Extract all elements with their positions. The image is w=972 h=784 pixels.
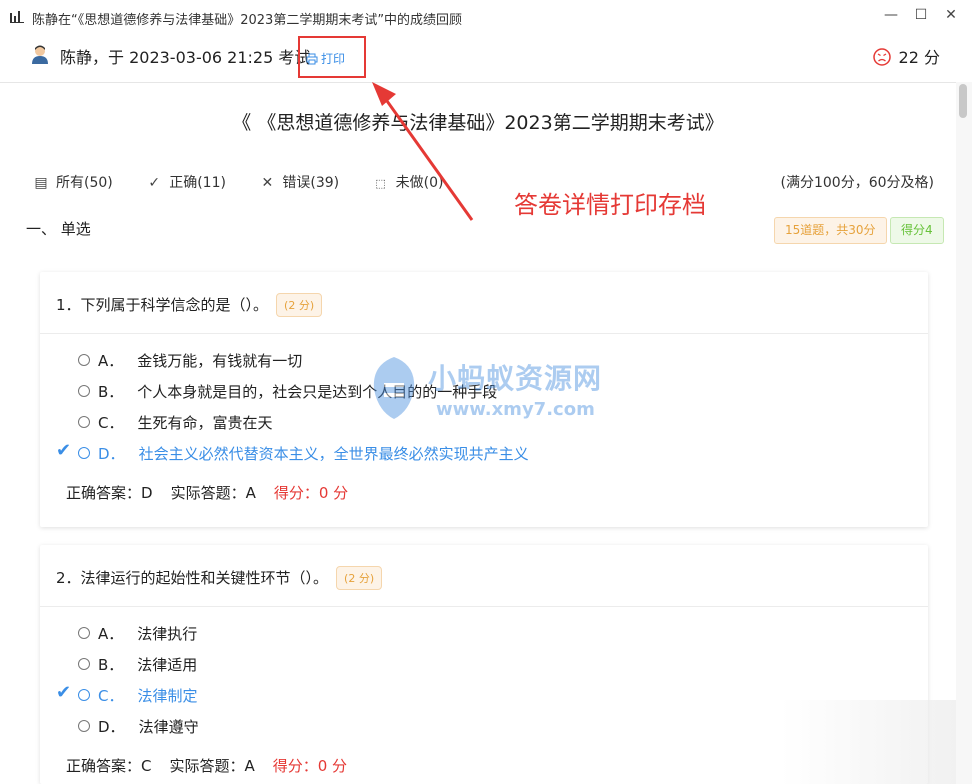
option-text: 法律制定 <box>137 687 198 705</box>
correct-answer: 正确答案：D <box>66 484 153 502</box>
radio-icon <box>78 385 90 397</box>
points-badge: (2 分) <box>336 566 383 590</box>
radio-icon <box>78 416 90 428</box>
question-stem: 1．下列属于科学信念的是（）。 <box>56 296 269 314</box>
question-header: 1．下列属于科学信念的是（）。 (2 分) <box>40 272 928 334</box>
corner-fade <box>780 700 956 784</box>
annotation-arrow <box>372 82 474 221</box>
result-header: 陈静，于 2023-03-06 21:25 考试 打印 22 分 <box>0 34 972 83</box>
maximize-button[interactable]: ☐ <box>910 6 932 24</box>
question-stem: 2．法律运行的起始性和关键性环节（）。 <box>56 569 329 587</box>
close-button[interactable]: ✕ <box>940 6 962 24</box>
option-d[interactable]: D． 法律遵守 <box>78 716 199 737</box>
filter-wrong[interactable]: ✕ 错误(39) <box>260 172 340 192</box>
vertical-scrollbar[interactable] <box>956 82 972 784</box>
scrollbar-thumb[interactable] <box>959 84 967 118</box>
print-label: 打印 <box>321 52 346 66</box>
option-letter: C． <box>98 687 124 705</box>
option-a[interactable]: A． 金钱万能，有钱就有一切 <box>78 350 302 371</box>
correct-check-icon: ✔ <box>56 440 72 461</box>
annotation-text: 答卷详情打印存档 <box>514 191 706 219</box>
watermark-text: 小蚂蚁资源网 <box>428 362 603 395</box>
total-score-value: 22 分 <box>898 48 940 67</box>
option-letter: B． <box>98 383 124 401</box>
minimize-button[interactable]: — <box>880 6 902 24</box>
option-text: 社会主义必然代替资本主义，全世界最终必然实现共产主义 <box>138 445 529 463</box>
option-letter: A． <box>98 625 124 643</box>
cross-icon: ✕ <box>261 175 274 191</box>
section-count-badge: 15道题，共30分 <box>774 217 887 244</box>
radio-icon <box>78 720 90 732</box>
radio-icon <box>78 658 90 670</box>
list-icon: ▤ <box>34 175 48 191</box>
watermark: 小蚂蚁资源网 www.xmy7.com <box>364 355 614 425</box>
correct-check-icon: ✔ <box>56 682 72 703</box>
pass-note: (满分100分，60分及格) <box>780 175 934 191</box>
section-score-badge: 得分4 <box>890 217 944 244</box>
total-score: 22 分 <box>872 44 940 68</box>
points-badge: (2 分) <box>276 293 323 317</box>
option-d[interactable]: D． 社会主义必然代替资本主义，全世界最终必然实现共产主义 <box>78 443 529 464</box>
radio-icon <box>78 354 90 366</box>
radio-icon <box>78 689 90 701</box>
watermark-url: www.xmy7.com <box>436 399 595 420</box>
option-letter: A． <box>98 352 124 370</box>
answer-summary: 正确答案：D 实际答题：A 得分：0 分 <box>66 482 366 503</box>
question-header: 2．法律运行的起始性和关键性环节（）。 (2 分) <box>40 545 928 607</box>
question-text: 2．法律运行的起始性和关键性环节（）。 (2 分) <box>56 566 383 590</box>
watermark-logo-icon <box>373 357 415 419</box>
option-text: 法律执行 <box>137 625 198 643</box>
option-text: 法律适用 <box>137 656 198 674</box>
question-text: 1．下列属于科学信念的是（）。 (2 分) <box>56 293 323 317</box>
user-exam-info: 陈静，于 2023-03-06 21:25 考试 <box>60 48 311 67</box>
option-letter: D． <box>98 718 125 736</box>
option-text: 生死有命，富贵在天 <box>137 414 273 432</box>
section-title: 一、 单选 <box>26 220 91 238</box>
filter-correct[interactable]: ✓ 正确(11) <box>147 172 226 192</box>
avatar-icon <box>32 45 48 64</box>
option-c[interactable]: C． 法律制定 <box>78 685 198 706</box>
filter-all[interactable]: ▤ 所有(50) <box>34 172 113 192</box>
check-icon: ✓ <box>148 175 161 191</box>
sad-face-icon <box>872 48 891 66</box>
printer-icon <box>306 53 318 65</box>
option-letter: C． <box>98 414 124 432</box>
filter-wrong-label: 错误(39) <box>282 175 340 191</box>
option-letter: D． <box>98 445 125 463</box>
window-titlebar: 陈静在“《思想道德修养与法律基础》2023第二学期期末考试”中的成绩回顾 — ☐… <box>0 0 972 34</box>
filter-all-label: 所有(50) <box>56 175 113 191</box>
print-button[interactable]: 打印 <box>306 50 345 67</box>
option-a[interactable]: A． 法律执行 <box>78 623 197 644</box>
option-text: 法律遵守 <box>138 718 199 736</box>
actual-answer: 实际答题：A <box>169 757 255 775</box>
option-b[interactable]: B． 法律适用 <box>78 654 197 675</box>
actual-answer: 实际答题：A <box>170 484 256 502</box>
correct-answer: 正确答案：C <box>66 757 152 775</box>
question-score: 得分：0 分 <box>273 484 349 502</box>
radio-icon <box>78 627 90 639</box>
question-score: 得分：0 分 <box>272 757 348 775</box>
option-letter: B． <box>98 656 124 674</box>
answer-summary: 正确答案：C 实际答题：A 得分：0 分 <box>66 755 365 776</box>
bar-chart-icon <box>10 11 24 23</box>
option-text: 金钱万能，有钱就有一切 <box>137 352 303 370</box>
option-c[interactable]: C． 生死有命，富贵在天 <box>78 412 273 433</box>
window-title: 陈静在“《思想道德修养与法律基础》2023第二学期期末考试”中的成绩回顾 <box>32 13 463 28</box>
radio-icon <box>78 447 90 459</box>
filter-correct-label: 正确(11) <box>169 175 226 191</box>
